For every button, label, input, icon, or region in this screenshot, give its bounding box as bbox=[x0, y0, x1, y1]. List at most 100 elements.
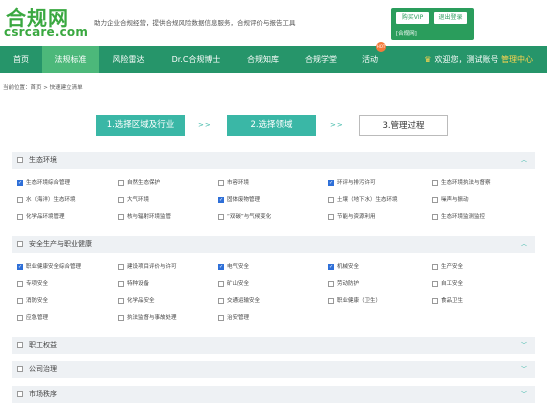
checkbox[interactable] bbox=[218, 281, 224, 287]
checkbox[interactable] bbox=[17, 315, 23, 321]
checkbox[interactable] bbox=[328, 214, 334, 220]
section-title: 安全生产与职业健康 bbox=[29, 240, 92, 248]
checkbox[interactable] bbox=[118, 281, 124, 287]
checkbox[interactable] bbox=[118, 214, 124, 220]
checkbox-checked[interactable]: ✓ bbox=[218, 197, 224, 203]
checkbox[interactable] bbox=[218, 214, 224, 220]
step-indicator: 1.选择区域及行业 >> 2.选择领域 >> 3.管理过程 bbox=[0, 113, 547, 141]
section-market-order-header[interactable]: 市场秩序 ﹀ bbox=[12, 386, 535, 403]
checkbox[interactable] bbox=[17, 214, 23, 220]
chevron-down-icon[interactable]: ﹀ bbox=[521, 361, 527, 378]
checkbox[interactable] bbox=[17, 281, 23, 287]
checkbox-checked[interactable]: ✓ bbox=[218, 264, 224, 270]
checkbox[interactable] bbox=[118, 197, 124, 203]
step-arrow: >> bbox=[330, 121, 344, 129]
checkbox-checked[interactable]: ✓ bbox=[328, 264, 334, 270]
option-label: 矿山安全 bbox=[227, 281, 250, 287]
option-label: 应急管理 bbox=[26, 315, 49, 321]
checkbox[interactable] bbox=[328, 281, 334, 287]
breadcrumb: 当前位置：首页 > 快速建立清单 bbox=[3, 85, 83, 91]
logout-button[interactable]: 退出登录 bbox=[434, 12, 467, 24]
checkbox-checked[interactable]: ✓ bbox=[17, 180, 23, 186]
option-label: 环评与排污许可 bbox=[337, 180, 376, 186]
checkbox[interactable] bbox=[432, 180, 438, 186]
nav-item-regulations[interactable]: 法规标准 bbox=[42, 46, 99, 73]
admin-center-link[interactable]: 管理中心 bbox=[501, 55, 533, 64]
checkbox[interactable] bbox=[328, 298, 334, 304]
account-type-label: [合规网] bbox=[396, 31, 417, 37]
step-arrow: >> bbox=[198, 121, 212, 129]
option-label: 特种设备 bbox=[127, 281, 150, 287]
section-checkbox[interactable] bbox=[17, 391, 23, 397]
checkbox-checked[interactable]: ✓ bbox=[17, 264, 23, 270]
buy-vip-button[interactable]: 购买VIP bbox=[396, 12, 429, 24]
option-label: 交通运输安全 bbox=[227, 298, 261, 304]
chevron-up-icon[interactable]: ︿ bbox=[521, 152, 527, 169]
crown-icon: ♛ bbox=[424, 55, 432, 64]
option-label: 自工安全 bbox=[441, 281, 464, 287]
checkbox[interactable] bbox=[118, 180, 124, 186]
option-label: 生态环境综合管理 bbox=[26, 180, 71, 186]
section-labor-rights-header[interactable]: 职工权益 ﹀ bbox=[12, 337, 535, 354]
step-3[interactable]: 3.管理过程 bbox=[359, 115, 448, 136]
checkbox[interactable] bbox=[432, 281, 438, 287]
section-ecology-header[interactable]: 生态环境 ︿ bbox=[12, 152, 535, 169]
section-checkbox[interactable] bbox=[17, 241, 23, 247]
checkbox[interactable] bbox=[328, 197, 334, 203]
checkbox[interactable] bbox=[17, 197, 23, 203]
option-label: 化学品环境管理 bbox=[26, 214, 65, 220]
step-1[interactable]: 1.选择区域及行业 bbox=[96, 115, 185, 136]
section-governance-header[interactable]: 公司治理 ﹀ bbox=[12, 361, 535, 378]
checkbox[interactable] bbox=[218, 298, 224, 304]
nav-item-risk-radar[interactable]: 风险雷达 bbox=[99, 46, 158, 73]
nav-item-knowledge[interactable]: 合规知库 bbox=[234, 46, 292, 73]
option-label: 电气安全 bbox=[227, 264, 250, 270]
user-welcome: ♛ 欢迎您，测试账号 管理中心 bbox=[424, 46, 533, 73]
option-label: 专项安全 bbox=[26, 281, 49, 287]
top-header: 合规网 csrcare.com 助力企业合规经营，提供合规风险数据信息服务，合规… bbox=[0, 0, 547, 45]
main-nav: 首页 法规标准 风险雷达 Dr.C合规博士 合规知库 合规学堂 活动 HOT ♛… bbox=[0, 42, 547, 73]
option-label: 噪声与振动 bbox=[441, 197, 469, 203]
section-checkbox[interactable] bbox=[17, 366, 23, 372]
chevron-down-icon[interactable]: ﹀ bbox=[521, 337, 527, 354]
option-label: 生态环境监测监控 bbox=[441, 214, 486, 220]
option-label: 治安管理 bbox=[227, 315, 250, 321]
option-label: 职业健康安全综合管理 bbox=[26, 264, 82, 270]
checkbox[interactable] bbox=[432, 197, 438, 203]
hot-badge: HOT bbox=[376, 42, 386, 52]
section-title: 公司治理 bbox=[29, 365, 57, 373]
option-label: 土壤（地下水）生态环境 bbox=[337, 197, 398, 203]
option-label: 劳动防护 bbox=[337, 281, 360, 287]
nav-item-dr-c[interactable]: Dr.C合规博士 bbox=[158, 46, 234, 73]
section-title: 生态环境 bbox=[29, 156, 57, 164]
section-safety-header[interactable]: 安全生产与职业健康 ︿ bbox=[12, 236, 535, 253]
section-checkbox[interactable] bbox=[17, 157, 23, 163]
section-checkbox[interactable] bbox=[17, 342, 23, 348]
nav-item-academy[interactable]: 合规学堂 bbox=[292, 46, 350, 73]
nav-item-home[interactable]: 首页 bbox=[0, 46, 42, 73]
option-label: 化学品安全 bbox=[127, 298, 155, 304]
checkbox[interactable] bbox=[432, 214, 438, 220]
checkbox[interactable] bbox=[218, 315, 224, 321]
checkbox-checked[interactable]: ✓ bbox=[328, 180, 334, 186]
welcome-text: 欢迎您，测试账号 bbox=[434, 55, 499, 64]
logo-domain[interactable]: csrcare.com bbox=[4, 25, 88, 39]
option-label: 职业健康（卫生） bbox=[337, 298, 382, 304]
chevron-up-icon[interactable]: ︿ bbox=[521, 236, 527, 253]
option-label: 大气环境 bbox=[127, 197, 150, 203]
option-label: 核与辐射环境监管 bbox=[127, 214, 172, 220]
option-label: 生态环境执法与督察 bbox=[441, 180, 491, 186]
option-label: 建设项目评价与许可 bbox=[127, 264, 177, 270]
checkbox[interactable] bbox=[432, 264, 438, 270]
option-label: 水（海洋）生态环境 bbox=[26, 197, 76, 203]
checkbox[interactable] bbox=[118, 264, 124, 270]
option-label: 执法监督与事故处理 bbox=[127, 315, 177, 321]
checkbox[interactable] bbox=[432, 298, 438, 304]
checkbox[interactable] bbox=[17, 298, 23, 304]
checkbox[interactable] bbox=[118, 315, 124, 321]
option-label: 生产安全 bbox=[441, 264, 464, 270]
checkbox[interactable] bbox=[218, 180, 224, 186]
step-2[interactable]: 2.选择领域 bbox=[227, 115, 316, 136]
checkbox[interactable] bbox=[118, 298, 124, 304]
chevron-down-icon[interactable]: ﹀ bbox=[521, 386, 527, 403]
